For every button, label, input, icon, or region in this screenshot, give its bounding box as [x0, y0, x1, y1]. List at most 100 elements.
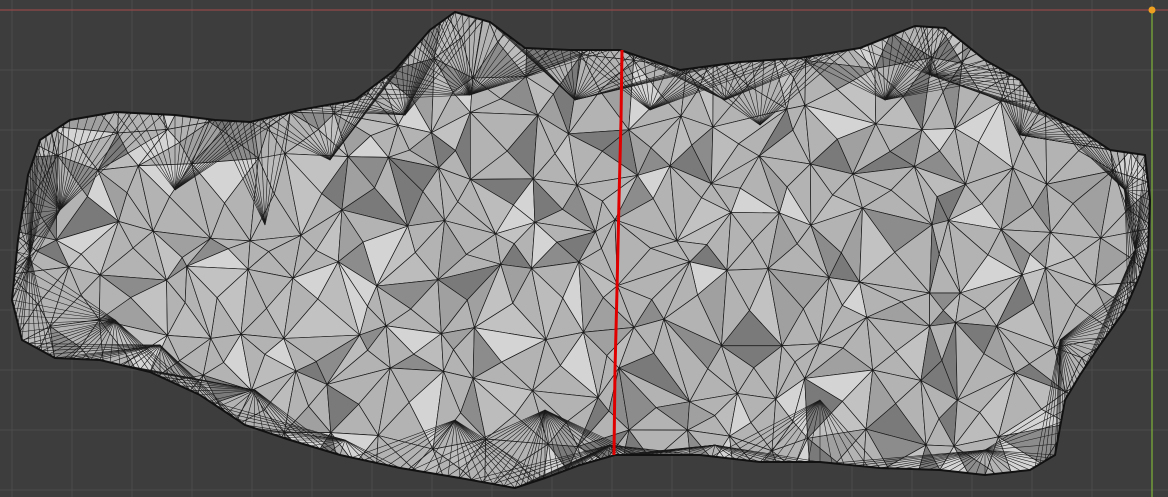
mesh-face	[27, 60, 51, 128]
mesh-face	[263, 12, 297, 56]
mesh-face	[143, 384, 172, 455]
mesh-face	[1065, 391, 1083, 425]
mesh-face	[693, 460, 737, 488]
mesh-face	[206, 55, 226, 124]
mesh-face	[106, 12, 135, 54]
mesh-face	[526, 12, 594, 39]
mesh-face	[1089, 371, 1150, 401]
mesh-face	[224, 79, 252, 102]
mesh-face	[270, 53, 295, 114]
mesh-face	[216, 425, 249, 488]
mesh-face	[120, 35, 152, 66]
mesh-face	[236, 35, 296, 81]
mesh-face	[1098, 53, 1132, 130]
mesh-face	[662, 12, 727, 33]
mesh-face	[345, 463, 376, 488]
mesh-face	[1043, 12, 1124, 38]
mesh-face	[12, 104, 29, 160]
mesh-face	[56, 12, 109, 33]
mesh-face	[245, 12, 298, 37]
mesh-face	[184, 432, 218, 488]
mesh-face	[55, 463, 114, 488]
mesh-face	[41, 429, 107, 465]
mesh-face	[1098, 53, 1150, 93]
mesh-face	[294, 12, 313, 56]
mesh-face	[206, 55, 238, 95]
mesh-face	[1044, 60, 1075, 102]
mesh-face	[1103, 430, 1130, 488]
mesh-face	[12, 429, 44, 466]
mesh-face	[763, 12, 829, 32]
mesh-face	[712, 32, 773, 55]
mesh-face	[1128, 12, 1150, 73]
mesh-face	[1107, 91, 1150, 130]
mesh-face	[1122, 371, 1150, 423]
mesh-face	[12, 346, 37, 371]
mesh-face	[128, 452, 155, 488]
mesh-face	[739, 12, 773, 51]
mesh-face	[1081, 374, 1105, 432]
mesh-face	[686, 31, 714, 70]
mesh-face	[591, 12, 637, 36]
mesh-face	[615, 460, 695, 488]
mesh-face	[146, 464, 186, 488]
mesh-face	[208, 93, 252, 123]
mesh-face	[124, 384, 155, 455]
mesh-face	[1057, 54, 1101, 89]
mesh-face	[293, 460, 347, 488]
origin-marker[interactable]	[1148, 6, 1156, 14]
mesh-face	[55, 372, 106, 403]
mesh-face	[1029, 12, 1059, 63]
mesh-face	[81, 12, 122, 54]
mesh-face	[143, 374, 205, 413]
mesh-face	[191, 12, 248, 35]
mesh-face	[153, 432, 188, 466]
mesh-face	[1067, 423, 1105, 457]
mesh-face	[104, 418, 156, 455]
mesh-face	[1090, 375, 1124, 432]
mesh-face	[12, 369, 58, 400]
mesh-faces	[12, 12, 1150, 488]
mesh-face	[81, 438, 114, 488]
mesh-face	[267, 431, 295, 488]
mesh-face	[12, 397, 44, 433]
mesh-face	[12, 464, 57, 488]
3d-viewport[interactable]	[0, 0, 1168, 497]
mesh-face	[249, 89, 292, 113]
mesh-face	[233, 425, 285, 462]
mesh-face	[763, 12, 794, 51]
mesh-face	[289, 53, 322, 114]
mesh-face	[861, 466, 914, 488]
mesh-face	[120, 52, 151, 95]
mesh-face	[149, 55, 208, 90]
mesh-face	[1043, 12, 1085, 63]
mesh-face	[662, 12, 695, 70]
mesh-face	[12, 12, 59, 44]
mesh-face	[42, 429, 83, 488]
mesh-face	[233, 425, 269, 488]
mesh-face	[734, 468, 790, 488]
mesh-face	[139, 12, 193, 40]
mesh-face	[43, 32, 123, 63]
mesh-face	[328, 12, 406, 40]
mesh-face	[12, 78, 29, 106]
mesh-face	[12, 42, 46, 81]
mesh-face	[187, 54, 210, 124]
mesh-face	[811, 461, 863, 488]
mesh-face	[170, 12, 208, 57]
mesh-face	[1103, 420, 1150, 463]
mesh-face	[1121, 12, 1150, 41]
mesh-face	[653, 12, 688, 69]
mesh-face	[41, 401, 107, 441]
mesh-face	[1117, 332, 1150, 360]
mesh-face	[104, 377, 145, 420]
mesh-face	[792, 12, 828, 62]
mesh-face	[826, 12, 858, 40]
mesh-face	[1098, 39, 1150, 73]
mesh-object[interactable]	[10, 10, 1155, 492]
mesh-face	[1000, 12, 1045, 44]
mesh-face	[1067, 402, 1105, 432]
mesh-face	[12, 96, 51, 127]
mesh-face	[186, 425, 235, 467]
mesh-face	[1067, 422, 1093, 488]
